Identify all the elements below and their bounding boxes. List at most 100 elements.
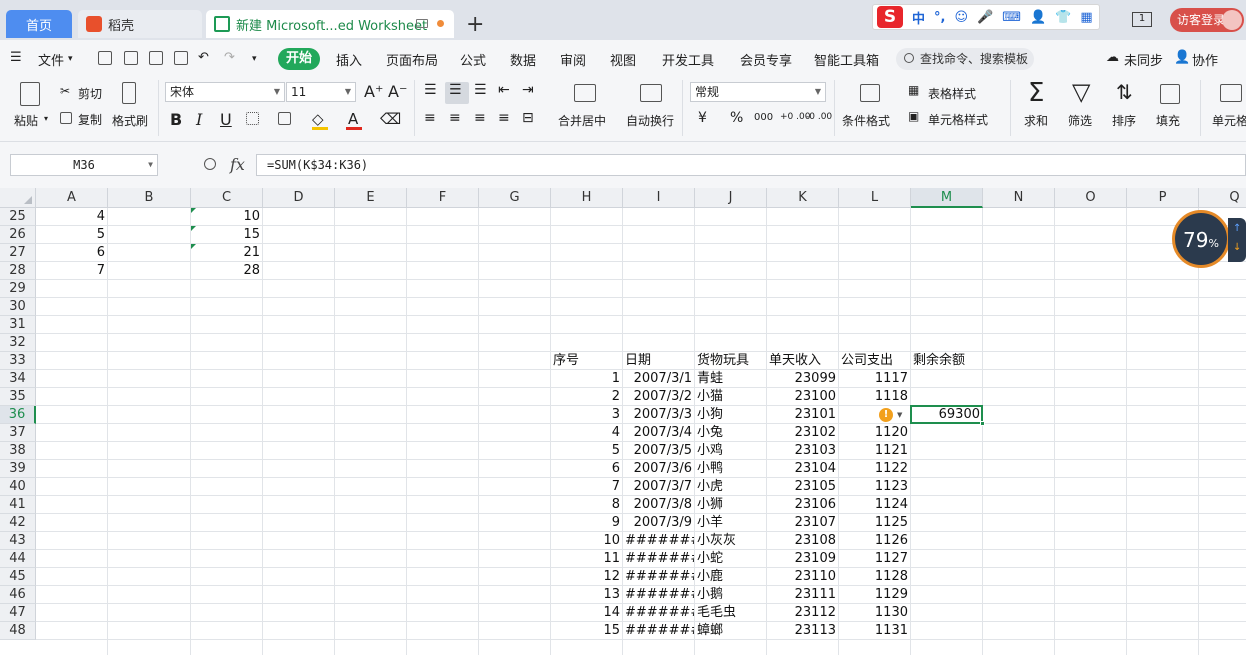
- cell-h48[interactable]: 15: [551, 622, 622, 640]
- row-header-33[interactable]: 33: [0, 352, 36, 370]
- column-header-j[interactable]: J: [695, 188, 767, 208]
- row-header-46[interactable]: 46: [0, 586, 36, 604]
- cell-i40[interactable]: 2007/3/7: [623, 478, 694, 496]
- cell-i38[interactable]: 2007/3/5: [623, 442, 694, 460]
- table-style-icon[interactable]: ▦: [908, 83, 919, 97]
- speed-gauge[interactable]: 79%: [1172, 210, 1230, 268]
- cell-j38[interactable]: 小鸡: [695, 442, 766, 460]
- sum-button[interactable]: 求和: [1024, 112, 1048, 129]
- cell-i36[interactable]: 2007/3/3: [623, 406, 694, 424]
- cell-c27[interactable]: 21: [191, 244, 262, 262]
- cell-h42[interactable]: 9: [551, 514, 622, 532]
- fill-color-icon[interactable]: ◇: [312, 110, 324, 128]
- print-preview-icon[interactable]: [174, 51, 188, 65]
- cell-k41[interactable]: 23106: [767, 496, 838, 514]
- cell-k44[interactable]: 23109: [767, 550, 838, 568]
- copy-icon[interactable]: [60, 112, 72, 124]
- save-icon[interactable]: [98, 51, 112, 65]
- cell-l40[interactable]: 1123: [839, 478, 910, 496]
- column-header-e[interactable]: E: [335, 188, 407, 208]
- row-header-40[interactable]: 40: [0, 478, 36, 496]
- cell-l45[interactable]: 1128: [839, 568, 910, 586]
- font-grow-icon[interactable]: A⁺: [364, 82, 383, 101]
- print-icon[interactable]: [149, 51, 163, 65]
- table-header-l[interactable]: 公司支出: [839, 352, 910, 370]
- undo-icon[interactable]: ↶: [198, 50, 209, 65]
- cell-l43[interactable]: 1126: [839, 532, 910, 550]
- ime-punctuation-icon[interactable]: °,: [934, 10, 945, 25]
- cell-i47[interactable]: ########: [623, 604, 694, 622]
- cell-style-button[interactable]: 单元格样式: [928, 111, 988, 128]
- cell-i43[interactable]: ########: [623, 532, 694, 550]
- conditional-format-button[interactable]: 条件格式: [842, 112, 890, 129]
- cell-j41[interactable]: 小狮: [695, 496, 766, 514]
- row-header-29[interactable]: 29: [0, 280, 36, 298]
- ime-voice-icon[interactable]: 🎤: [977, 10, 993, 25]
- menu-member[interactable]: 会员专享: [740, 50, 792, 69]
- cell-c28[interactable]: 28: [191, 262, 262, 280]
- cell-j45[interactable]: 小鹿: [695, 568, 766, 586]
- row-header-42[interactable]: 42: [0, 514, 36, 532]
- underline-button[interactable]: U: [220, 110, 232, 129]
- redo-icon[interactable]: ↷: [224, 50, 235, 65]
- cell-l38[interactable]: 1121: [839, 442, 910, 460]
- row-header-31[interactable]: 31: [0, 316, 36, 334]
- column-header-g[interactable]: G: [479, 188, 551, 208]
- cell-j42[interactable]: 小羊: [695, 514, 766, 532]
- ime-emoji-icon[interactable]: ☺: [954, 10, 968, 25]
- column-header-f[interactable]: F: [407, 188, 479, 208]
- sort-icon[interactable]: ⇅: [1116, 80, 1133, 104]
- cell-l46[interactable]: 1129: [839, 586, 910, 604]
- merge-center-icon[interactable]: [574, 84, 596, 102]
- align-middle-icon[interactable]: ☰: [449, 82, 462, 98]
- copy-button[interactable]: 复制: [78, 111, 102, 128]
- cell-area[interactable]: 4 10 5 15 6 21 7 28 序号 日期 货物玩具 单天收入 公司支出 剩余余额 1 2007/3/…: [36, 208, 1246, 655]
- row-header-44[interactable]: 44: [0, 550, 36, 568]
- cell-k47[interactable]: 23112: [767, 604, 838, 622]
- justify-icon[interactable]: ≡: [498, 110, 510, 126]
- filter-button[interactable]: 筛选: [1068, 112, 1092, 129]
- row-header-41[interactable]: 41: [0, 496, 36, 514]
- align-bottom-icon[interactable]: ☰: [474, 82, 487, 98]
- font-size-select[interactable]: 11 ▼: [286, 82, 356, 102]
- sort-button[interactable]: 排序: [1112, 112, 1136, 129]
- filter-icon[interactable]: ▽: [1072, 78, 1090, 106]
- tab-document[interactable]: 新建 Microsoft...ed Worksheet: [206, 10, 454, 38]
- cell-button[interactable]: 单元格: [1212, 112, 1246, 129]
- cell-h47[interactable]: 14: [551, 604, 622, 622]
- menu-smart-toolbox[interactable]: 智能工具箱: [814, 50, 879, 69]
- table-style-button[interactable]: 表格样式: [928, 85, 976, 102]
- menu-file[interactable]: 文件: [38, 50, 64, 69]
- cell-j47[interactable]: 毛毛虫: [695, 604, 766, 622]
- select-all-corner[interactable]: [0, 188, 36, 208]
- monitor-icon[interactable]: [416, 19, 428, 28]
- percent-button[interactable]: %: [730, 110, 743, 126]
- cell-a26[interactable]: 5: [36, 226, 107, 244]
- cell-i39[interactable]: 2007/3/6: [623, 460, 694, 478]
- eraser-icon[interactable]: ⌫: [380, 110, 401, 128]
- file-chevron-down-icon[interactable]: ▾: [68, 54, 73, 64]
- name-box[interactable]: M36 ▼: [10, 154, 158, 176]
- cell-k43[interactable]: 23108: [767, 532, 838, 550]
- row-header-36[interactable]: 36: [0, 406, 36, 424]
- cell-j35[interactable]: 小猫: [695, 388, 766, 406]
- wrap-text-icon[interactable]: [640, 84, 662, 102]
- row-header-28[interactable]: 28: [0, 262, 36, 280]
- cell-h34[interactable]: 1: [551, 370, 622, 388]
- row-header-25[interactable]: 25: [0, 208, 36, 226]
- menu-page-layout[interactable]: 页面布局: [386, 50, 438, 69]
- thousands-button[interactable]: 000: [754, 112, 773, 123]
- cell-i44[interactable]: ########: [623, 550, 694, 568]
- align-right-icon[interactable]: ≡: [474, 110, 486, 126]
- cell-j46[interactable]: 小鹅: [695, 586, 766, 604]
- cell-k46[interactable]: 23111: [767, 586, 838, 604]
- table-header-j[interactable]: 货物玩具: [695, 352, 766, 370]
- cell-i42[interactable]: 2007/3/9: [623, 514, 694, 532]
- menu-insert[interactable]: 插入: [336, 50, 362, 69]
- cell-h39[interactable]: 6: [551, 460, 622, 478]
- paste-button[interactable]: 粘贴: [14, 112, 38, 129]
- cell-a25[interactable]: 4: [36, 208, 107, 226]
- merge-center-button[interactable]: 合并居中: [558, 112, 606, 129]
- formula-input[interactable]: =SUM(K$34:K36): [256, 154, 1246, 176]
- row-header-27[interactable]: 27: [0, 244, 36, 262]
